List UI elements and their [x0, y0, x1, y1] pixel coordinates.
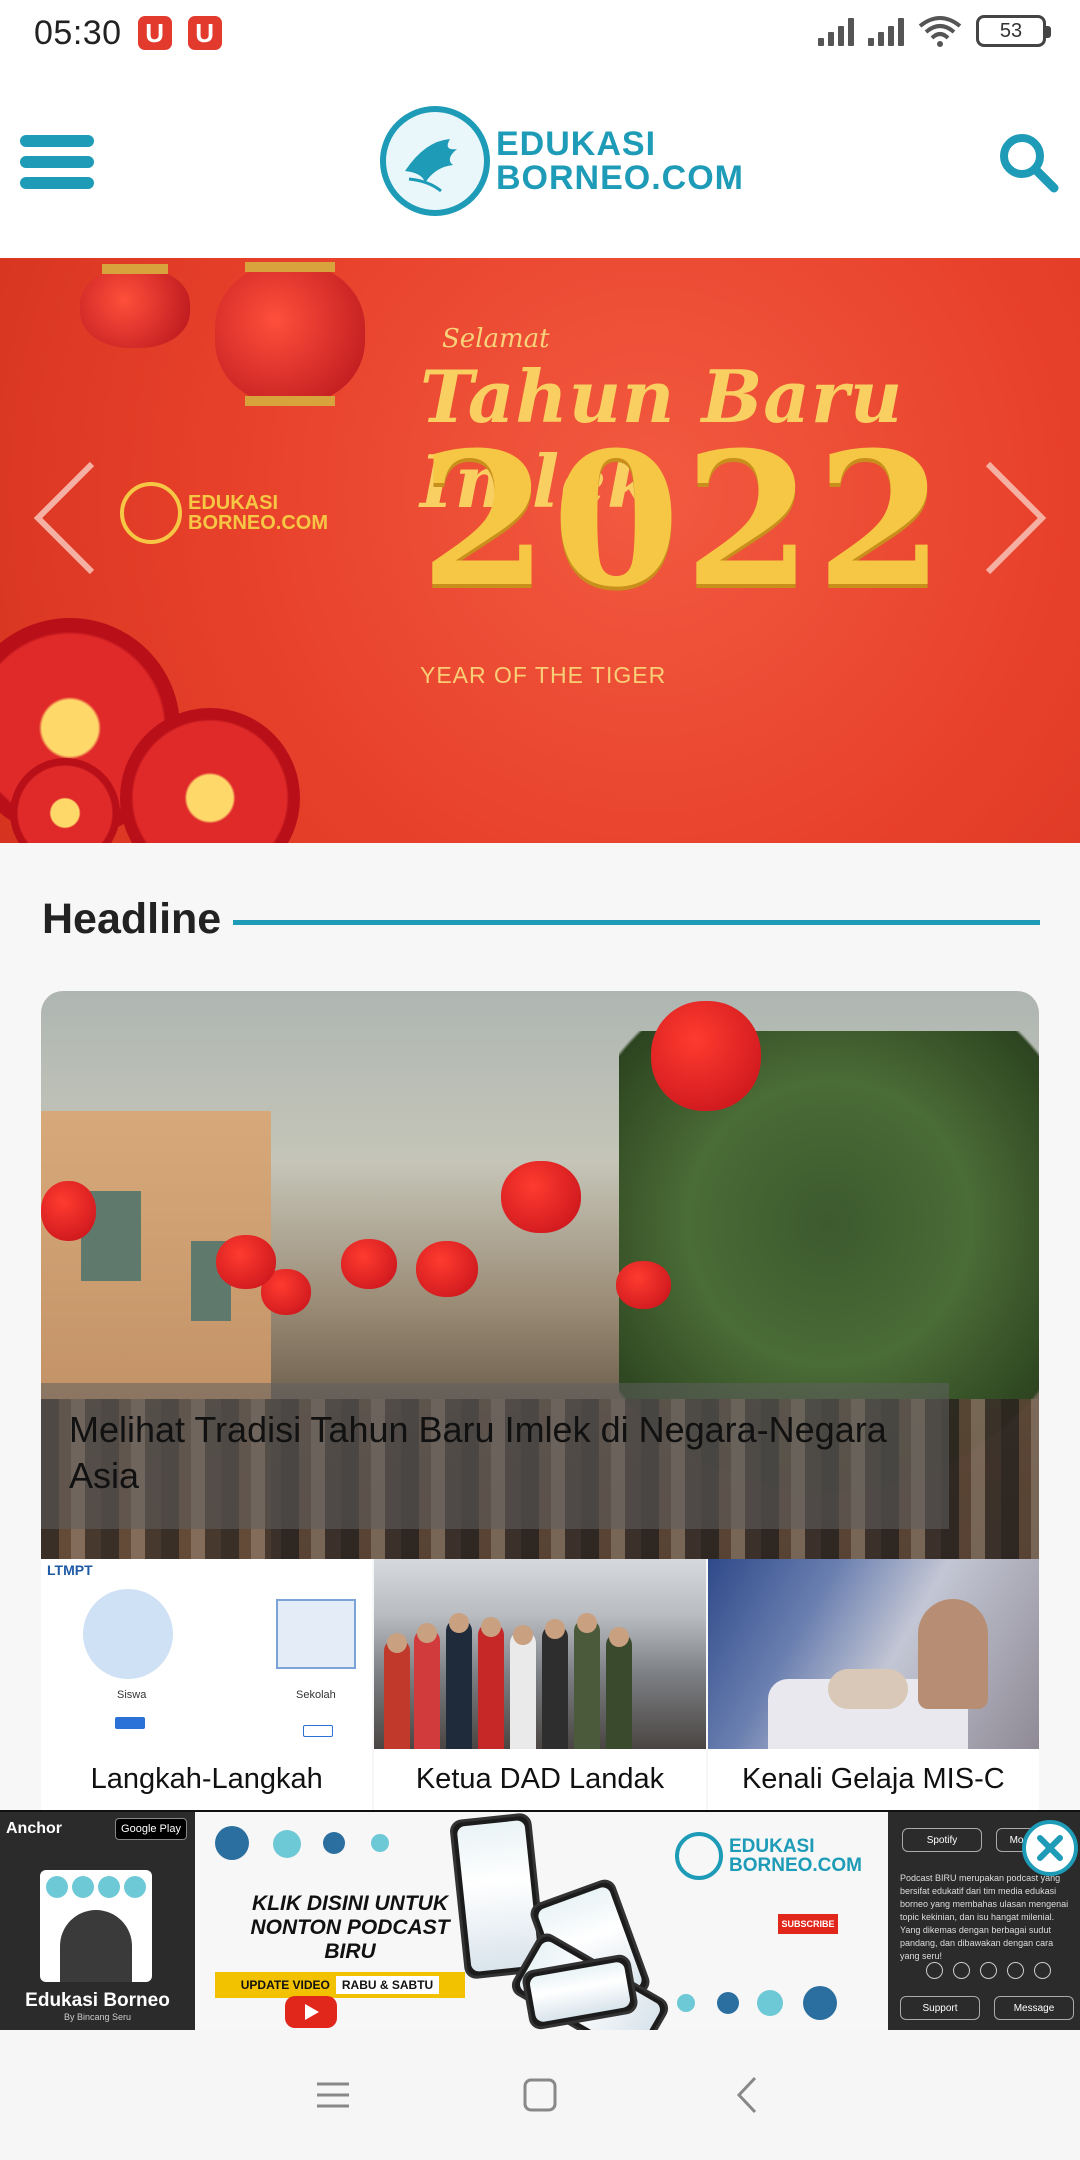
ad-cta-text: KLIK DISINI UNTUK NONTON PODCAST BIRU: [250, 1892, 450, 1963]
ltmpt-logo: LTMPT: [47, 1562, 93, 1578]
ad-update-banner: UPDATE VIDEO RABU & SABTU: [215, 1972, 465, 1998]
banner-year: 2022: [420, 412, 949, 628]
podcast-by: By Bincang Seru: [63, 2012, 132, 2022]
lantern-decoration: [216, 1235, 276, 1289]
section-divider: [233, 920, 1040, 925]
ad-brand-logo: EDUKASI BORNEO.COM: [675, 1832, 862, 1880]
wifi-icon: [918, 16, 962, 47]
notification-app-icon: U: [187, 16, 222, 50]
ad-main-area: KLIK DISINI UNTUK NONTON PODCAST BIRU UP…: [195, 1812, 888, 2065]
battery-level: 53: [999, 19, 1023, 42]
link-icon: [1034, 1962, 1051, 1979]
ad-brand-line-2: BORNEO.COM: [729, 1855, 862, 1876]
slider-next-arrow-icon[interactable]: [980, 458, 1050, 578]
lantern-decoration: [215, 262, 365, 406]
lantern-decoration: [41, 1181, 96, 1241]
ad-brand-line-1: EDUKASI: [729, 1836, 815, 1857]
facebook-icon: [926, 1962, 943, 1979]
battery-icon: 53: [976, 15, 1051, 47]
support-button: Support: [900, 1996, 980, 2020]
message-button: Message: [994, 1996, 1074, 2020]
thumbnail-article[interactable]: LTMPT Siswa Sekolah Langkah-Langkah: [41, 1559, 373, 1810]
podcast-name: Edukasi Borneo: [25, 1990, 170, 2011]
instagram-icon: [953, 1962, 970, 1979]
google-play-badge: Google Play: [115, 1818, 187, 1840]
home-square-icon[interactable]: [510, 2065, 570, 2125]
logo-line-1: EDUKASI: [496, 125, 657, 163]
thumbnail-title[interactable]: Ketua DAD Landak: [374, 1763, 705, 1796]
ad-subscribe-badge: SUBSCRIBE: [778, 1914, 838, 1934]
headline-article-card[interactable]: Melihat Tradisi Tahun Baru Imlek di Nega…: [41, 991, 1039, 1559]
banner-logo-line-2: BORNEO.COM: [188, 512, 328, 534]
lantern-decoration: [501, 1161, 581, 1233]
section-title: Headline: [42, 895, 222, 943]
banner-logo-line-1: EDUKASI: [188, 492, 279, 514]
hero-banner-slider[interactable]: EDUKASI BORNEO.COM Selamat Tahun Baru Im…: [0, 258, 1080, 843]
social-icons: [926, 1962, 1051, 1979]
close-ad-icon[interactable]: [1022, 1820, 1078, 1876]
banner-subtitle: YEAR OF THE TIGER: [420, 662, 667, 688]
thumbnail-image: [707, 1559, 1039, 1749]
lantern-decoration: [341, 1239, 397, 1289]
logo-text: EDUKASI BORNEO.COM: [496, 127, 744, 195]
cell-signal-icon: [818, 16, 854, 46]
notification-app-icon: U: [137, 16, 172, 50]
site-header: EDUKASI BORNEO.COM: [0, 66, 1080, 258]
ad-podcast-cover: Anchor Google Play Edukasi Borneo By Bin…: [0, 1812, 195, 2032]
banner-greeting: Selamat: [442, 324, 550, 354]
thumbnail-image: [374, 1559, 706, 1749]
headline-caption: Melihat Tradisi Tahun Baru Imlek di Nega…: [41, 1383, 949, 1529]
logo-line-2: BORNEO.COM: [496, 159, 744, 197]
ad-update-days: RABU & SABTU: [335, 1976, 440, 1994]
ad-update-label: UPDATE VIDEO: [240, 1978, 330, 1992]
podcast-ad-banner[interactable]: Anchor Google Play Edukasi Borneo By Bin…: [0, 1810, 1080, 2065]
podcast-hosts-image: [40, 1870, 152, 1982]
lantern-decoration: [616, 1261, 671, 1309]
anchor-logo: Anchor: [6, 1820, 62, 1837]
thumbnail-article[interactable]: Ketua DAD Landak: [374, 1559, 706, 1810]
site-logo[interactable]: EDUKASI BORNEO.COM: [380, 106, 744, 216]
slider-prev-arrow-icon[interactable]: [30, 458, 100, 578]
banner-logo: EDUKASI BORNEO.COM: [120, 482, 328, 544]
thumb-label-siswa: Siswa: [117, 1689, 147, 1701]
twitter-icon: [980, 1962, 997, 1979]
recents-menu-icon[interactable]: [303, 2065, 363, 2125]
headline-section-header: Headline: [42, 895, 1040, 944]
main-content: Headline Melihat Tradisi Tahun Baru Imle…: [0, 843, 1080, 1810]
podcast-description: Podcast BIRU merupakan podcast yang bers…: [900, 1873, 1069, 1961]
headline-article-title[interactable]: Melihat Tradisi Tahun Baru Imlek di Nega…: [69, 1407, 921, 1499]
hamburger-menu-icon[interactable]: [20, 131, 94, 193]
youtube-play-icon: [285, 1996, 337, 2028]
status-bar: 05:30 U U 53: [0, 0, 1080, 66]
status-time: 05:30: [34, 13, 122, 52]
thumb-label-sekolah: Sekolah: [296, 1689, 336, 1701]
cell-signal-icon: [868, 16, 904, 46]
back-chevron-icon[interactable]: [717, 2065, 777, 2125]
thumbnail-title[interactable]: Langkah-Langkah: [41, 1763, 372, 1796]
lantern-decoration: [80, 264, 190, 348]
logo-bird-icon: [380, 106, 490, 216]
thumbnail-image: LTMPT Siswa Sekolah: [41, 1559, 373, 1749]
thumbnail-article[interactable]: Kenali Gelaja MIS-C: [707, 1559, 1039, 1810]
headline-thumbnails: LTMPT Siswa Sekolah Langkah-Langkah Ketu…: [41, 1559, 1039, 1810]
thumbnail-title[interactable]: Kenali Gelaja MIS-C: [708, 1763, 1039, 1796]
lantern-decoration: [651, 1001, 761, 1111]
status-indicators: 53: [818, 14, 1051, 48]
system-navigation-bar: [0, 2030, 1080, 2160]
youtube-icon: [1007, 1962, 1024, 1979]
search-icon[interactable]: [996, 130, 1060, 194]
lantern-decoration: [416, 1241, 478, 1297]
spotify-button: Spotify: [902, 1828, 982, 1852]
